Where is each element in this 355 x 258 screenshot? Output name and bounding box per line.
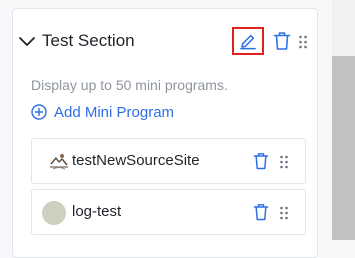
scrollbar-thumb[interactable] — [332, 56, 355, 240]
image-thumb-icon — [50, 154, 68, 170]
edit-section-button[interactable] — [232, 27, 264, 55]
add-mini-program-button[interactable]: Add Mini Program — [31, 101, 174, 123]
chevron-down-icon[interactable] — [18, 32, 36, 50]
pencil-icon — [240, 34, 256, 50]
plus-circle-icon — [31, 104, 47, 120]
section-header: Test Section — [18, 27, 308, 56]
list-item-label: log-test — [72, 203, 122, 220]
trash-icon[interactable] — [273, 31, 291, 51]
trash-icon[interactable] — [253, 152, 269, 170]
avatar — [42, 201, 66, 225]
list-item[interactable]: testNewSourceSite — [31, 138, 306, 184]
list-item-label: testNewSourceSite — [72, 152, 200, 169]
drag-handle-icon[interactable] — [279, 206, 289, 220]
trash-icon[interactable] — [253, 203, 269, 221]
add-mini-program-label: Add Mini Program — [54, 103, 175, 121]
section-description: Display up to 50 mini programs. — [31, 77, 228, 93]
drag-handle-icon[interactable] — [298, 35, 308, 49]
drag-handle-icon[interactable] — [279, 155, 289, 169]
section-title: Test Section — [42, 31, 135, 50]
list-item[interactable]: log-test — [31, 189, 306, 235]
